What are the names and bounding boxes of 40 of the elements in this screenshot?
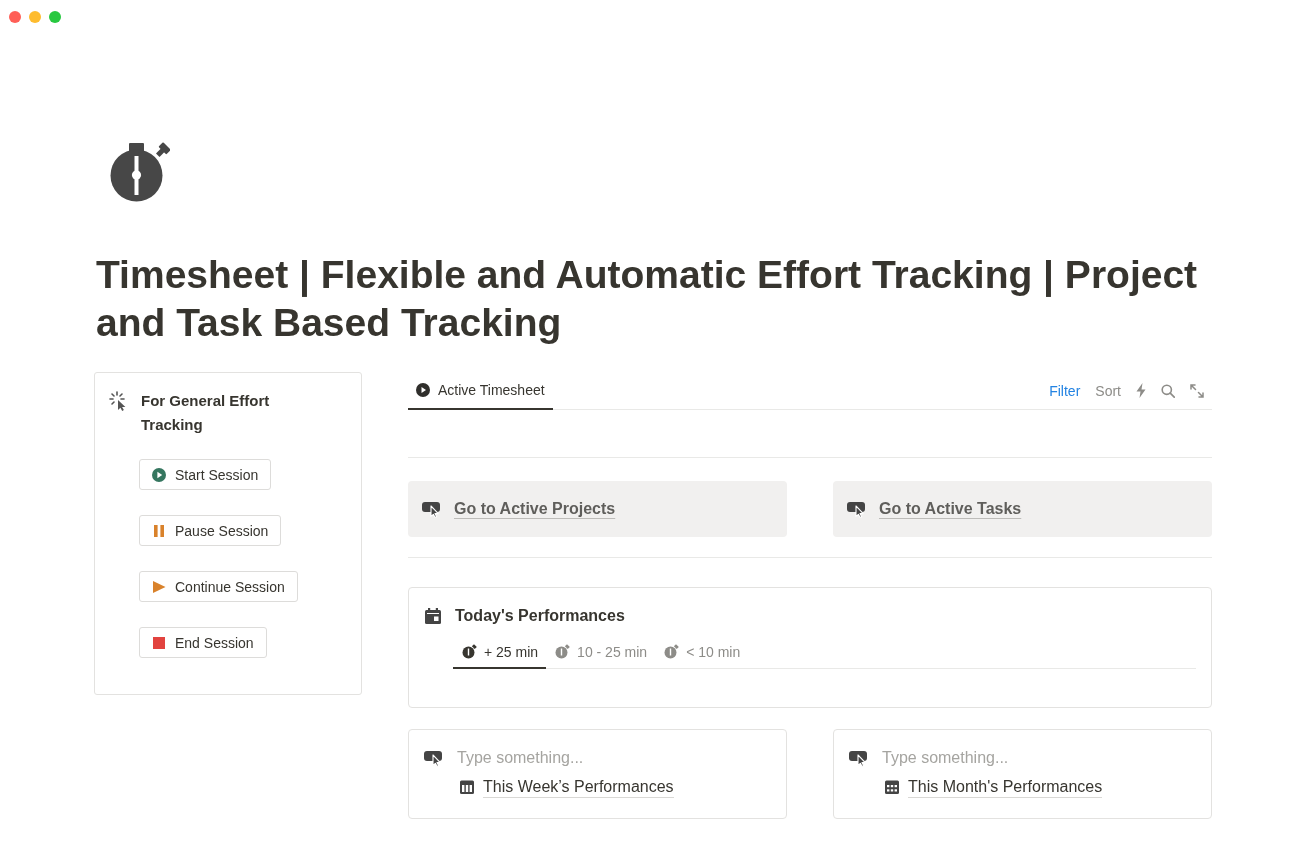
calendar-grid-icon: [884, 779, 900, 795]
play-icon: [152, 579, 166, 594]
session-button[interactable]: Start Session: [139, 459, 272, 490]
calendar-week-icon: [459, 779, 475, 795]
play-circle-icon: [416, 383, 430, 397]
filter-tab[interactable]: + 25 min: [453, 636, 547, 669]
text-input[interactable]: Type something...: [882, 749, 1196, 767]
window-zoom-icon[interactable]: [49, 11, 61, 23]
view-tab[interactable]: Active Timesheet: [408, 372, 553, 410]
page-title: Timesheet | Flexible and Automatic Effort Tracking | Project and Task Based Tracking: [96, 252, 1199, 346]
stopwatch-icon: [555, 644, 571, 659]
search-icon[interactable]: [1161, 383, 1175, 398]
calendar-icon: [424, 607, 442, 625]
sort-button[interactable]: Sort: [1095, 382, 1121, 399]
text-input[interactable]: Type something...: [457, 749, 771, 767]
pause-icon: [152, 523, 166, 538]
button-cursor-icon: [422, 500, 442, 518]
session-button[interactable]: End Session: [139, 627, 267, 658]
stopwatch-icon: [462, 644, 477, 659]
button-cursor-icon: [849, 749, 869, 767]
window-close-icon[interactable]: [9, 11, 21, 23]
stop-icon: [152, 635, 166, 650]
filter-button[interactable]: Filter: [1049, 382, 1081, 399]
lightning-icon[interactable]: [1136, 383, 1146, 398]
filter-tab[interactable]: < 10 min: [655, 636, 749, 669]
card-title: Today's Performances: [455, 606, 625, 626]
page-link[interactable]: Go to Active Tasks: [879, 500, 1022, 518]
panel-heading: For General Effort Tracking: [141, 391, 271, 435]
session-button[interactable]: Pause Session: [139, 515, 282, 546]
stopwatch-icon: [108, 140, 170, 202]
page-link[interactable]: Go to Active Projects: [454, 500, 616, 518]
page-link[interactable]: This Week’s Performances: [483, 776, 674, 798]
play-circle-icon: [152, 467, 166, 482]
page-link[interactable]: This Month's Performances: [908, 776, 1103, 798]
stopwatch-icon: [664, 644, 680, 659]
window-minimize-icon[interactable]: [29, 11, 41, 23]
button-cursor-icon: [847, 500, 867, 518]
session-button[interactable]: Continue Session: [139, 571, 298, 602]
button-cursor-icon: [424, 749, 444, 767]
expand-icon[interactable]: [1190, 383, 1204, 398]
